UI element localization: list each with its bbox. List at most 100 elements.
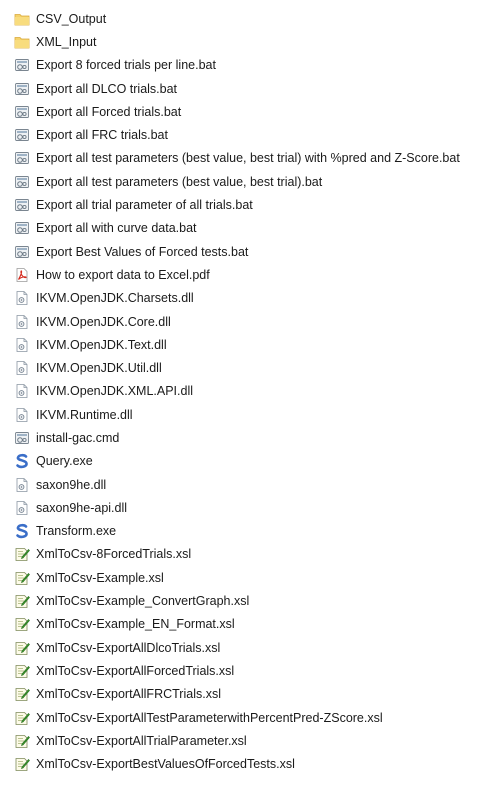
file-item-export-forced[interactable]: Export all Forced trials.bat	[14, 100, 498, 123]
folder-icon	[14, 34, 30, 50]
file-item-xsl-example[interactable]: XmlToCsv-Example.xsl	[14, 566, 498, 589]
dll-file-icon	[14, 314, 30, 330]
file-item-export-trial-params[interactable]: Export all trial parameter of all trials…	[14, 193, 498, 216]
batch-file-icon	[14, 127, 30, 143]
file-item-csv-output[interactable]: CSV_Output	[14, 7, 498, 30]
file-name: Export Best Values of Forced tests.bat	[36, 244, 249, 259]
file-name: XmlToCsv-ExportBestValuesOfForcedTests.x…	[36, 757, 295, 772]
xsl-file-icon	[14, 686, 30, 702]
file-name: How to export data to Excel.pdf	[36, 267, 210, 282]
file-item-export-8-forced[interactable]: Export 8 forced trials per line.bat	[14, 54, 498, 77]
file-item-install-gac[interactable]: install-gac.cmd	[14, 426, 498, 449]
file-name: XmlToCsv-ExportAllTestParameterwithPerce…	[36, 710, 383, 725]
xsl-file-icon	[14, 710, 30, 726]
file-name: Export all trial parameter of all trials…	[36, 198, 253, 213]
file-name: XML_Input	[36, 34, 97, 49]
file-item-export-frc[interactable]: Export all FRC trials.bat	[14, 123, 498, 146]
file-item-ikvm-core[interactable]: IKVM.OpenJDK.Core.dll	[14, 310, 498, 333]
pdf-file-icon	[14, 267, 30, 283]
xsl-file-icon	[14, 756, 30, 772]
xsl-file-icon	[14, 663, 30, 679]
file-item-export-curve[interactable]: Export all with curve data.bat	[14, 217, 498, 240]
file-name: XmlToCsv-Example_EN_Format.xsl	[36, 617, 235, 632]
file-item-xsl-8-forced[interactable]: XmlToCsv-8ForcedTrials.xsl	[14, 543, 498, 566]
file-item-ikvm-xml-api[interactable]: IKVM.OpenJDK.XML.API.dll	[14, 380, 498, 403]
batch-file-icon	[14, 430, 30, 446]
file-item-ikvm-charsets[interactable]: IKVM.OpenJDK.Charsets.dll	[14, 287, 498, 310]
batch-file-icon	[14, 197, 30, 213]
file-name: XmlToCsv-Example_ConvertGraph.xsl	[36, 594, 250, 609]
file-name: XmlToCsv-ExportAllFRCTrials.xsl	[36, 687, 221, 702]
xsl-file-icon	[14, 733, 30, 749]
xsl-file-icon	[14, 616, 30, 632]
file-item-ikvm-util[interactable]: IKVM.OpenJDK.Util.dll	[14, 356, 498, 379]
file-name: saxon9he.dll	[36, 477, 107, 492]
file-name: IKVM.OpenJDK.Util.dll	[36, 361, 162, 376]
file-name: IKVM.OpenJDK.Charsets.dll	[36, 291, 194, 306]
file-item-ikvm-text[interactable]: IKVM.OpenJDK.Text.dll	[14, 333, 498, 356]
file-item-export-params-zscore[interactable]: Export all test parameters (best value, …	[14, 147, 498, 170]
file-item-xsl-frc[interactable]: XmlToCsv-ExportAllFRCTrials.xsl	[14, 683, 498, 706]
file-name: install-gac.cmd	[36, 430, 120, 445]
batch-file-icon	[14, 104, 30, 120]
file-item-xsl-trial-param[interactable]: XmlToCsv-ExportAllTrialParameter.xsl	[14, 729, 498, 752]
file-name: XmlToCsv-8ForcedTrials.xsl	[36, 547, 192, 562]
file-item-export-params[interactable]: Export all test parameters (best value, …	[14, 170, 498, 193]
batch-file-icon	[14, 220, 30, 236]
xsl-file-icon	[14, 640, 30, 656]
dll-file-icon	[14, 383, 30, 399]
file-name: Export all FRC trials.bat	[36, 128, 168, 143]
batch-file-icon	[14, 81, 30, 97]
file-list: CSV_Output XML_Input Export 8 forced tri…	[14, 7, 498, 776]
dll-file-icon	[14, 500, 30, 516]
file-name: XmlToCsv-Example.xsl	[36, 570, 164, 585]
folder-icon	[14, 11, 30, 27]
file-item-xsl-convert-graph[interactable]: XmlToCsv-Example_ConvertGraph.xsl	[14, 589, 498, 612]
dll-file-icon	[14, 290, 30, 306]
xsl-file-icon	[14, 570, 30, 586]
file-item-xsl-best-values[interactable]: XmlToCsv-ExportBestValuesOfForcedTests.x…	[14, 753, 498, 776]
batch-file-icon	[14, 244, 30, 260]
file-name: CSV_Output	[36, 11, 107, 26]
file-name: Export all test parameters (best value, …	[36, 174, 323, 189]
file-name: IKVM.OpenJDK.Text.dll	[36, 337, 167, 352]
file-name: IKVM.OpenJDK.Core.dll	[36, 314, 171, 329]
dll-file-icon	[14, 407, 30, 423]
file-item-ikvm-runtime[interactable]: IKVM.Runtime.dll	[14, 403, 498, 426]
dll-file-icon	[14, 360, 30, 376]
file-name: IKVM.OpenJDK.XML.API.dll	[36, 384, 194, 399]
file-item-xsl-en-format[interactable]: XmlToCsv-Example_EN_Format.xsl	[14, 613, 498, 636]
file-item-how-to-pdf[interactable]: How to export data to Excel.pdf	[14, 263, 498, 286]
saxon-exe-icon	[14, 523, 30, 539]
file-name: Export all Forced trials.bat	[36, 104, 182, 119]
file-name: Transform.exe	[36, 524, 117, 539]
file-name: saxon9he-api.dll	[36, 500, 128, 515]
file-item-xsl-zscore[interactable]: XmlToCsv-ExportAllTestParameterwithPerce…	[14, 706, 498, 729]
dll-file-icon	[14, 477, 30, 493]
file-name: Export 8 forced trials per line.bat	[36, 58, 216, 73]
file-name: XmlToCsv-ExportAllTrialParameter.xsl	[36, 733, 247, 748]
dll-file-icon	[14, 337, 30, 353]
file-item-saxon9he-api[interactable]: saxon9he-api.dll	[14, 496, 498, 519]
file-item-query-exe[interactable]: Query.exe	[14, 450, 498, 473]
xsl-file-icon	[14, 546, 30, 562]
file-name: Query.exe	[36, 454, 93, 469]
batch-file-icon	[14, 174, 30, 190]
file-name: XmlToCsv-ExportAllDlcoTrials.xsl	[36, 640, 221, 655]
file-name: Export all test parameters (best value, …	[36, 151, 460, 166]
file-name: IKVM.Runtime.dll	[36, 407, 133, 422]
file-name: XmlToCsv-ExportAllForcedTrials.xsl	[36, 663, 235, 678]
file-name: Export all with curve data.bat	[36, 221, 197, 236]
file-item-xsl-dlco[interactable]: XmlToCsv-ExportAllDlcoTrials.xsl	[14, 636, 498, 659]
file-item-export-best-values[interactable]: Export Best Values of Forced tests.bat	[14, 240, 498, 263]
saxon-exe-icon	[14, 453, 30, 469]
file-item-transform-exe[interactable]: Transform.exe	[14, 520, 498, 543]
file-item-xsl-forced[interactable]: XmlToCsv-ExportAllForcedTrials.xsl	[14, 659, 498, 682]
file-name: Export all DLCO trials.bat	[36, 81, 178, 96]
xsl-file-icon	[14, 593, 30, 609]
file-item-export-dlco[interactable]: Export all DLCO trials.bat	[14, 77, 498, 100]
file-item-xml-input[interactable]: XML_Input	[14, 30, 498, 53]
batch-file-icon	[14, 57, 30, 73]
batch-file-icon	[14, 150, 30, 166]
file-item-saxon9he[interactable]: saxon9he.dll	[14, 473, 498, 496]
